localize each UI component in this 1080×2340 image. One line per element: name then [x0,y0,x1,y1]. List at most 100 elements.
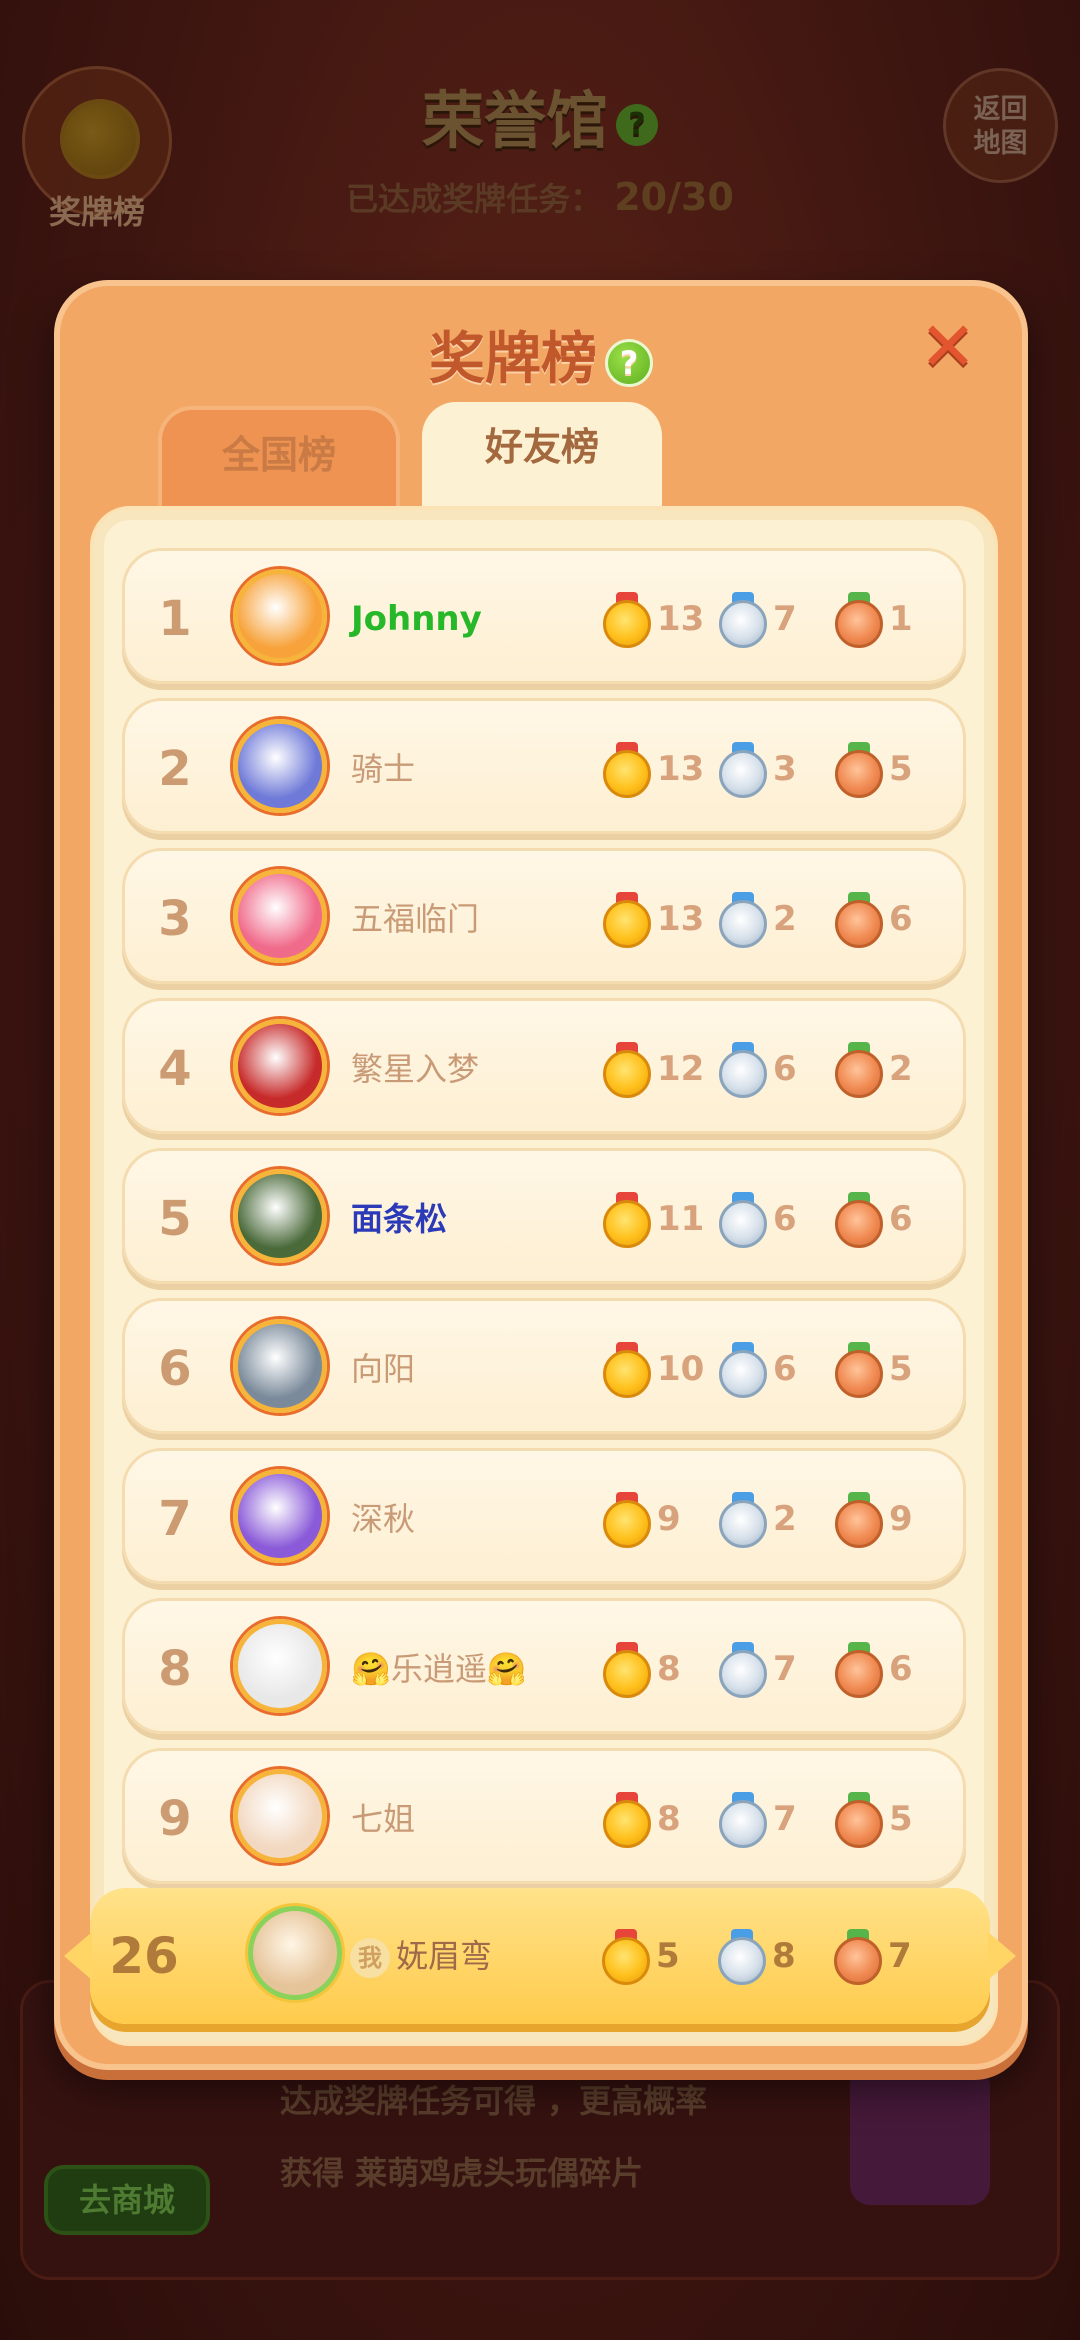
reward-description: 达成奖牌任务可得 ，更高概率 获得 莱萌鸡虎头玩偶碎片 [280,2082,708,2192]
my-medals: 5 8 7 [602,1888,950,2024]
rank-number: 8 [158,1641,192,1697]
rank-number: 7 [158,1491,192,1547]
gold-count: 8 [657,1799,681,1839]
silver-medal-icon [719,1192,767,1248]
player-avatar[interactable] [233,1319,327,1413]
leaderboard-row[interactable]: 2 骑士 13 3 5 [122,698,966,834]
rank-number: 3 [158,891,192,947]
player-medals: 13 7 1 [603,551,951,687]
player-avatar[interactable] [233,719,327,813]
player-medals: 12 6 2 [603,1001,951,1137]
silver-medal-icon [719,1342,767,1398]
silver-count: 7 [773,1799,797,1839]
rank-number: 5 [158,1191,192,1247]
gold-medal-icon [603,742,651,798]
player-name: 深秋 [351,1500,416,1538]
tab-friends[interactable]: 好友榜 [422,402,662,522]
gift-box-icon [850,2065,990,2205]
leaderboard-panel: 1 Johnny 13 7 1 2 骑士 13 3 5 3 五福临门 13 2 6 4 繁星入梦 12 6 2 5 面条松… [90,506,998,2046]
my-avatar[interactable] [248,1906,342,2000]
gold-medal-icon [603,1492,651,1548]
bronze-count: 6 [889,1199,913,1239]
leaderboard-row[interactable]: 3 五福临门 13 2 6 [122,848,966,984]
leaderboard-row[interactable]: 6 向阳 10 6 5 [122,1298,966,1434]
silver-count: 6 [773,1199,797,1239]
player-avatar[interactable] [233,1019,327,1113]
bronze-medal-icon [835,1192,883,1248]
return-map-button[interactable]: 返回 地图 [943,68,1058,183]
silver-count: 7 [773,1649,797,1689]
gold-medal-icon [603,1192,651,1248]
player-medals: 9 2 9 [603,1451,951,1587]
gold-count: 13 [657,599,705,639]
me-badge: 我 [350,1938,390,1978]
bronze-count: 1 [889,599,913,639]
right-arrow-decoration [988,1932,1016,1980]
bronze-count: 6 [889,1649,913,1689]
player-name: Johnny [351,599,482,639]
go-to-shop-button[interactable]: 去商城 [44,2165,210,2235]
bronze-count: 5 [889,1799,913,1839]
silver-medal-icon [719,1042,767,1098]
bronze-medal-icon [835,892,883,948]
gold-count: 13 [657,749,705,789]
question-icon[interactable]: ? [616,103,658,146]
silver-medal-icon [718,1929,766,1985]
player-name: 繁星入梦 [351,1050,480,1088]
player-medals: 8 7 6 [603,1601,951,1737]
bronze-medal-icon [835,592,883,648]
my-rank-number: 26 [109,1927,179,1985]
silver-count: 2 [773,899,797,939]
player-medals: 13 2 6 [603,851,951,987]
player-avatar[interactable] [233,1169,327,1263]
gold-medal-icon [602,1929,650,1985]
medal-task-progress: 已达成奖牌任务： 20/30 [346,175,734,219]
player-avatar[interactable] [233,869,327,963]
player-avatar[interactable] [233,1769,327,1863]
player-avatar[interactable] [233,569,327,663]
bronze-count: 6 [889,899,913,939]
left-arrow-decoration [64,1932,92,1980]
player-medals: 8 7 5 [603,1751,951,1887]
silver-count: 6 [773,1049,797,1089]
leaderboard-row[interactable]: 9 七姐 8 7 5 [122,1748,966,1884]
gold-count: 8 [657,1649,681,1689]
silver-count: 6 [773,1349,797,1389]
rank-number: 9 [158,1791,192,1847]
leaderboard-row[interactable]: 7 深秋 9 2 9 [122,1448,966,1584]
gold-medal-icon [603,1792,651,1848]
bronze-medal-icon [835,1342,883,1398]
leaderboard-row[interactable]: 1 Johnny 13 7 1 [122,548,966,684]
player-name: 七姐 [351,1800,416,1838]
bronze-medal-icon [835,1042,883,1098]
leaderboard-row[interactable]: 4 繁星入梦 12 6 2 [122,998,966,1134]
bronze-medal-icon [835,1492,883,1548]
player-avatar[interactable] [233,1619,327,1713]
bronze-medal-icon [835,742,883,798]
rank-number: 1 [158,591,192,647]
leaderboard-list[interactable]: 1 Johnny 13 7 1 2 骑士 13 3 5 3 五福临门 13 2 6 4 繁星入梦 12 6 2 5 面条松… [122,548,966,1898]
bronze-medal-icon [835,1642,883,1698]
gold-medal-icon [603,892,651,948]
silver-medal-icon [719,1492,767,1548]
player-avatar[interactable] [233,1469,327,1563]
close-button[interactable]: ✕ [918,314,978,382]
rank-number: 6 [158,1341,192,1397]
medal-leaderboard-modal: 奖牌榜? ✕ 全国榜 好友榜 1 Johnny 13 7 1 2 骑士 13 3 5 3 五福临门 13… [54,280,1028,2070]
modal-title: 奖牌榜? [60,314,1022,395]
bronze-count: 9 [889,1499,913,1539]
rank-number: 4 [158,1041,192,1097]
bronze-medal-icon [834,1929,882,1985]
my-rank-row[interactable]: 26 我妩眉弯 5 8 7 [64,1888,1016,2024]
silver-count: 2 [773,1499,797,1539]
help-icon[interactable]: ? [605,338,653,387]
tab-national[interactable]: 全国榜 [158,406,400,516]
player-medals: 10 6 5 [603,1301,951,1437]
gold-count: 11 [657,1199,705,1239]
leaderboard-row[interactable]: 5 面条松 11 6 6 [122,1148,966,1284]
gold-count: 9 [657,1499,681,1539]
leaderboard-row[interactable]: 8 🤗乐逍遥🤗 8 7 6 [122,1598,966,1734]
gold-medal-icon [603,1642,651,1698]
silver-medal-icon [719,742,767,798]
player-name: 面条松 [351,1200,448,1238]
